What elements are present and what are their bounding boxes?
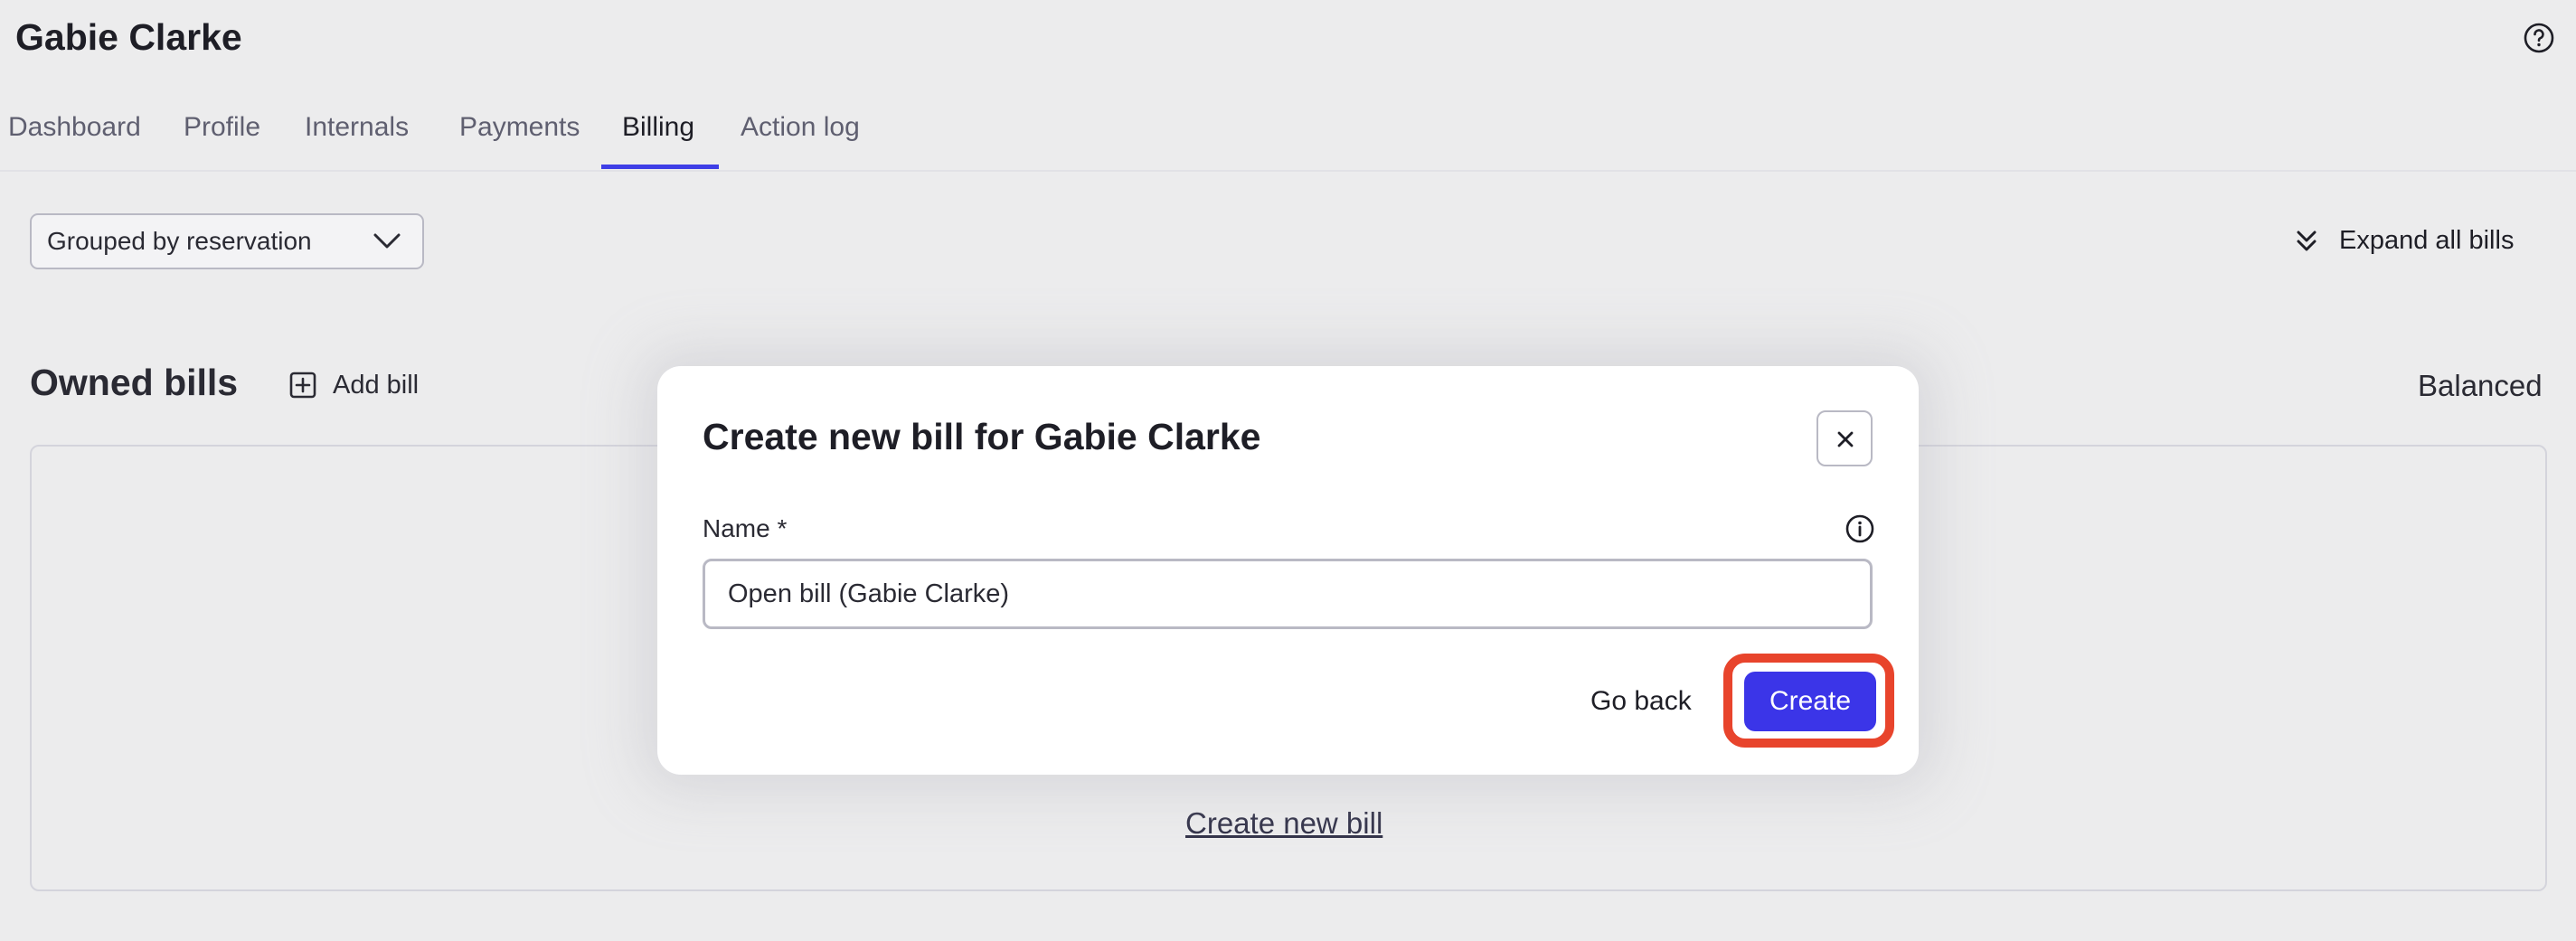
- tab-action-log[interactable]: Action log: [741, 112, 860, 143]
- tab-dashboard[interactable]: Dashboard: [8, 112, 141, 143]
- go-back-button[interactable]: Go back: [1590, 686, 1692, 717]
- add-bill-button[interactable]: Add bill: [289, 369, 434, 405]
- grouping-select-value: Grouped by reservation: [47, 227, 312, 255]
- owned-bills-heading: Owned bills: [30, 362, 239, 403]
- create-bill-dialog: Create new bill for Gabie Clarke Name * …: [657, 366, 1919, 775]
- grouping-select[interactable]: Grouped by reservation: [30, 213, 424, 269]
- tab-payments[interactable]: Payments: [459, 112, 580, 143]
- active-tab-indicator: [601, 165, 719, 169]
- tab-bar: Dashboard Profile Internals Payments Bil…: [0, 94, 2576, 172]
- chevron-down-icon: [373, 233, 401, 249]
- info-icon[interactable]: [1845, 513, 1875, 544]
- expand-all-bills-label: Expand all bills: [2339, 226, 2515, 255]
- close-icon: [1837, 431, 1854, 447]
- close-button[interactable]: [1816, 410, 1873, 466]
- page-title: Gabie Clarke: [15, 16, 242, 58]
- double-chevron-down-icon: [2297, 231, 2317, 251]
- tab-billing[interactable]: Billing: [622, 112, 694, 143]
- tab-internals[interactable]: Internals: [305, 112, 409, 143]
- create-button[interactable]: Create: [1744, 672, 1876, 731]
- help-circle-icon[interactable]: [2523, 22, 2555, 54]
- tab-profile[interactable]: Profile: [184, 112, 260, 143]
- add-bill-label: Add bill: [333, 371, 420, 400]
- plus-square-icon: [289, 372, 316, 399]
- balance-status: Balanced: [2418, 369, 2543, 402]
- dialog-title: Create new bill for Gabie Clarke: [703, 416, 1261, 457]
- bill-name-input[interactable]: [703, 559, 1873, 629]
- create-new-bill-link[interactable]: Create new bill: [1185, 806, 1382, 841]
- name-field-label: Name *: [703, 514, 788, 542]
